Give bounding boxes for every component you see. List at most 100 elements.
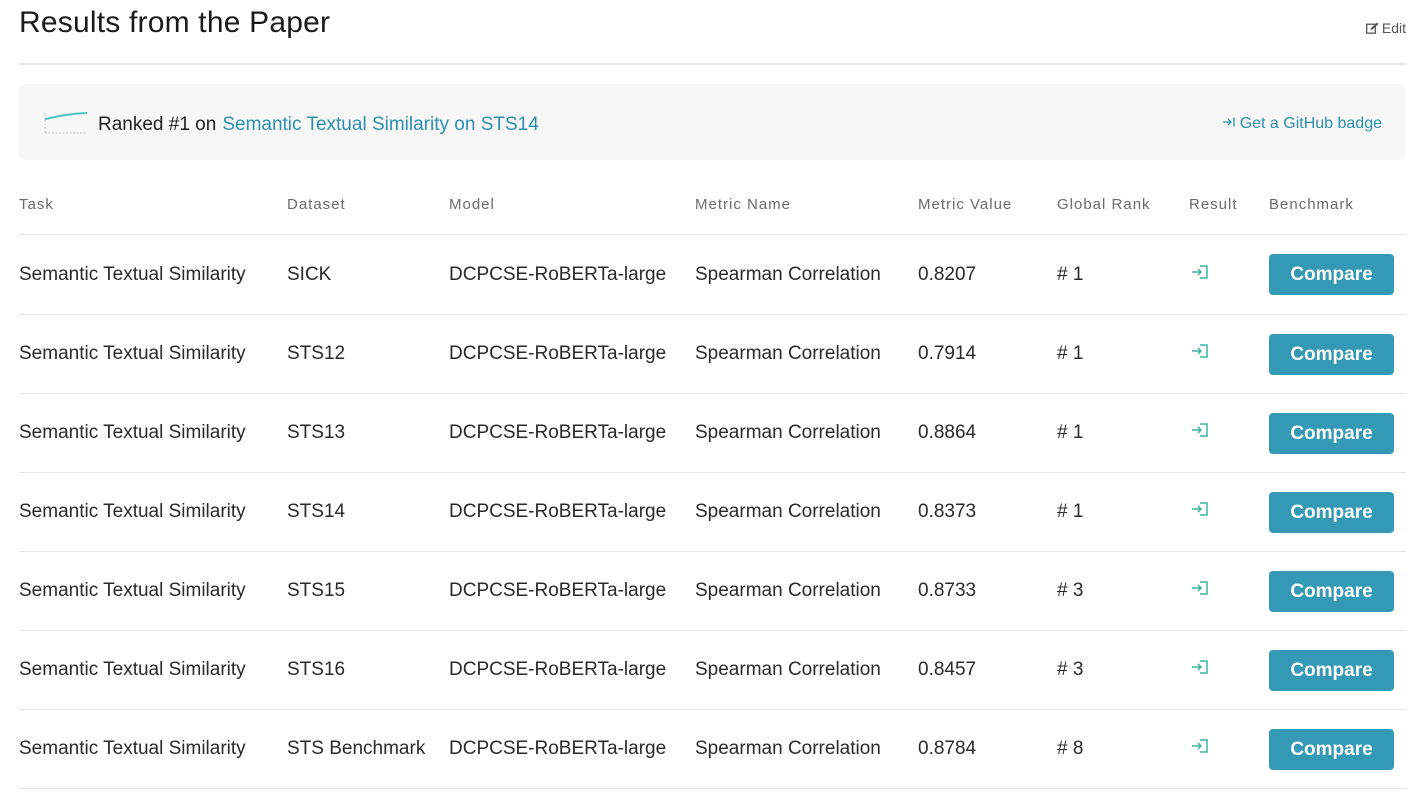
column-header-metric-name[interactable]: Metric Name [695,174,918,235]
compare-button[interactable]: Compare [1269,254,1394,295]
table-row: Semantic Textual Similarity STS12 DCPCSE… [19,314,1406,394]
github-badge-label: Get a GitHub badge [1239,115,1382,132]
cell-dataset: STS15 [287,551,449,631]
cell-model: DCPCSE-RoBERTa-large [449,234,695,315]
cell-metric-name: Spearman Correlation [695,551,918,631]
cell-metric-name: Spearman Correlation [695,709,918,789]
cell-metric-value: 0.8207 [918,234,1057,315]
cell-benchmark: Compare [1269,393,1406,473]
result-link-icon[interactable] [1191,343,1269,365]
cell-benchmark: Compare [1269,630,1406,710]
cell-task: Semantic Textual Similarity [19,709,287,789]
table-row: Semantic Textual Similarity STS16 DCPCSE… [19,630,1406,710]
cell-model: DCPCSE-RoBERTa-large [449,551,695,631]
cell-result [1189,472,1269,552]
column-header-metric-value[interactable]: Metric Value [918,174,1057,235]
compare-button[interactable]: Compare [1269,491,1394,533]
cell-dataset: STS14 [287,472,449,552]
cell-result [1189,709,1269,789]
cell-metric-value: 0.8784 [918,709,1057,789]
cell-metric-value: 0.8733 [918,551,1057,631]
cell-model: DCPCSE-RoBERTa-large [449,314,695,394]
cell-result [1189,393,1269,473]
compare-button[interactable]: Compare [1269,728,1394,770]
table-row: Semantic Textual Similarity STS15 DCPCSE… [19,551,1406,631]
cell-metric-value: 0.8864 [918,393,1057,473]
compare-button[interactable]: Compare [1269,412,1394,454]
cell-metric-name: Spearman Correlation [695,630,918,710]
edit-label: Edit [1381,20,1406,36]
table-header-row: Task Dataset Model Metric Name Metric Va… [19,174,1406,235]
cell-global-rank: # 3 [1057,630,1189,710]
cell-global-rank: # 1 [1057,472,1189,552]
sparkline-icon [43,109,88,141]
column-header-result: Result [1189,174,1269,235]
table-row: Semantic Textual Similarity SICK DCPCSE-… [19,234,1406,315]
result-link-icon[interactable] [1191,738,1269,760]
cell-result [1189,630,1269,710]
cell-task: Semantic Textual Similarity [19,630,287,710]
cell-dataset: STS12 [287,314,449,394]
cell-model: DCPCSE-RoBERTa-large [449,709,695,789]
edit-icon [1365,22,1379,34]
compare-button[interactable]: Compare [1269,333,1394,375]
cell-metric-value: 0.8373 [918,472,1057,552]
cell-result [1189,234,1269,315]
cell-dataset: SICK [287,234,449,315]
cell-result [1189,551,1269,631]
cell-dataset: STS16 [287,630,449,710]
cell-metric-name: Spearman Correlation [695,314,918,394]
ranking-banner: Ranked #1 on Semantic Textual Similarity… [19,84,1406,160]
cell-metric-value: 0.8457 [918,630,1057,710]
column-header-dataset[interactable]: Dataset [287,174,449,235]
cell-benchmark: Compare [1269,551,1406,631]
column-header-task[interactable]: Task [19,174,287,235]
cell-model: DCPCSE-RoBERTa-large [449,630,695,710]
cell-benchmark: Compare [1269,314,1406,394]
table-row: Semantic Textual Similarity STS Benchmar… [19,709,1406,789]
github-badge-link[interactable]: Get a GitHub badge [1222,115,1382,133]
cell-dataset: STS13 [287,393,449,473]
ranking-summary: Ranked #1 on Semantic Textual Similarity… [43,109,539,141]
cell-model: DCPCSE-RoBERTa-large [449,393,695,473]
table-row: Semantic Textual Similarity STS14 DCPCSE… [19,472,1406,552]
cell-task: Semantic Textual Similarity [19,393,287,473]
results-section: Results from the Paper Edit Ranked #1 on [19,0,1406,789]
badge-arrow-icon [1222,115,1236,133]
compare-button[interactable]: Compare [1269,649,1394,691]
cell-metric-value: 0.7914 [918,314,1057,394]
cell-global-rank: # 1 [1057,393,1189,473]
cell-task: Semantic Textual Similarity [19,472,287,552]
section-header: Results from the Paper Edit [19,0,1406,65]
cell-benchmark: Compare [1269,709,1406,789]
result-link-icon[interactable] [1191,659,1269,681]
edit-button[interactable]: Edit [1365,20,1406,36]
cell-global-rank: # 3 [1057,551,1189,631]
cell-task: Semantic Textual Similarity [19,234,287,315]
cell-benchmark: Compare [1269,472,1406,552]
cell-metric-name: Spearman Correlation [695,234,918,315]
column-header-benchmark: Benchmark [1269,174,1406,235]
cell-result [1189,314,1269,394]
cell-task: Semantic Textual Similarity [19,314,287,394]
table-row: Semantic Textual Similarity STS13 DCPCSE… [19,393,1406,473]
result-link-icon[interactable] [1191,501,1269,523]
result-link-icon[interactable] [1191,422,1269,444]
result-link-icon[interactable] [1191,580,1269,602]
cell-global-rank: # 8 [1057,709,1189,789]
cell-model: DCPCSE-RoBERTa-large [449,472,695,552]
ranking-text: Ranked #1 on [98,114,217,135]
cell-benchmark: Compare [1269,234,1406,315]
result-link-icon[interactable] [1191,264,1269,286]
column-header-model[interactable]: Model [449,174,695,235]
cell-metric-name: Spearman Correlation [695,472,918,552]
column-header-global-rank[interactable]: Global Rank [1057,174,1189,235]
compare-button[interactable]: Compare [1269,570,1394,612]
page-title: Results from the Paper [19,6,331,39]
cell-task: Semantic Textual Similarity [19,551,287,631]
cell-dataset: STS Benchmark [287,709,449,789]
cell-metric-name: Spearman Correlation [695,393,918,473]
results-table: Task Dataset Model Metric Name Metric Va… [19,174,1406,789]
ranking-benchmark-link[interactable]: Semantic Textual Similarity on STS14 [222,114,538,136]
cell-global-rank: # 1 [1057,314,1189,394]
